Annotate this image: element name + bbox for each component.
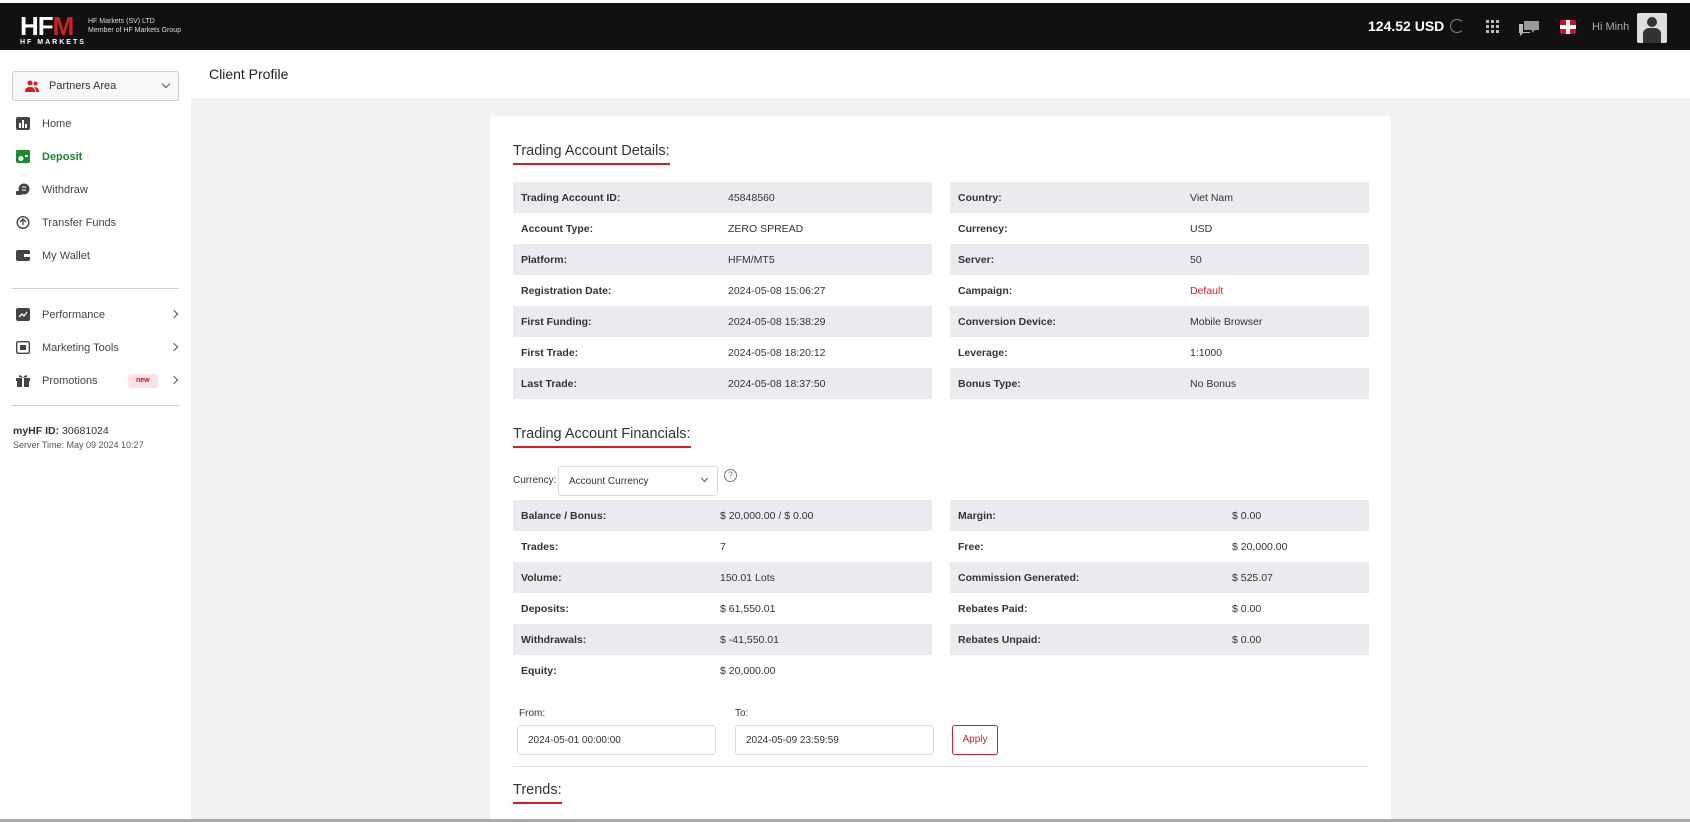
sidebar-item-label: Promotions — [42, 375, 98, 387]
table-row: Margin: $ 0.00 — [950, 500, 1369, 531]
table-row: First Trade: 2024-05-08 18:20:12 — [521, 347, 826, 359]
table-row: Trades: 7 — [521, 541, 726, 553]
table-row: Rebates Unpaid: $ 0.00 — [950, 624, 1369, 655]
refresh-icon[interactable] — [1450, 19, 1464, 33]
top-bar: HFM HF MARKETS HF Markets (SV) LTD Member… — [0, 0, 1690, 50]
sidebar-item-my-wallet[interactable]: My Wallet — [16, 246, 181, 266]
table-row: Trading Account ID: 45848560 — [513, 182, 932, 213]
avatar[interactable] — [1637, 13, 1667, 43]
sidebar-item-deposit[interactable]: Deposit — [16, 147, 181, 167]
sidebar-item-performance[interactable]: Performance — [16, 305, 181, 325]
table-row: Rebates Paid: $ 0.00 — [958, 603, 1262, 615]
hfm-logo[interactable]: HFM HF MARKETS HF Markets (SV) LTD Member… — [20, 11, 190, 46]
chevron-right-icon — [169, 342, 179, 352]
table-row: Registration Date: 2024-05-08 15:06:27 — [521, 285, 826, 297]
to-label: To: — [735, 708, 749, 719]
page-header: Client Profile — [191, 50, 1690, 98]
apps-grid-icon[interactable] — [1486, 20, 1500, 34]
sidebar-item-withdraw[interactable]: Withdraw — [16, 180, 181, 200]
help-icon[interactable]: ? — [724, 469, 737, 482]
currency-label: Currency: — [513, 475, 557, 486]
table-row: Country: Viet Nam — [950, 182, 1369, 213]
table-row: Equity: $ 20,000.00 — [521, 665, 776, 677]
transfer-icon — [16, 216, 30, 229]
to-date-input[interactable]: 2024-05-09 23:59:59 — [735, 725, 934, 755]
table-row: Balance / Bonus: $ 20,000.00 / $ 0.00 — [513, 500, 932, 531]
chevron-down-icon — [161, 79, 171, 89]
table-row: Server: 50 — [950, 244, 1369, 275]
table-row: Currency: USD — [958, 223, 1213, 235]
gift-icon — [16, 375, 30, 387]
performance-icon — [16, 308, 30, 321]
deposit-icon — [16, 150, 30, 163]
table-row: Campaign: Default — [958, 285, 1224, 297]
financials-table-left: Balance / Bonus: $ 20,000.00 / $ 0.00 Tra… — [513, 500, 932, 686]
apply-button[interactable]: Apply — [952, 725, 998, 755]
table-row: Volume: 150.01 Lots — [513, 562, 932, 593]
currency-filter: Currency: Account Currency ? — [513, 466, 773, 496]
table-row: First Funding: 2024-05-08 15:38:29 — [513, 306, 932, 337]
uk-flag-icon[interactable] — [1560, 20, 1576, 34]
sidebar-item-marketing-tools[interactable]: Marketing Tools — [16, 338, 181, 358]
details-table-left: Trading Account ID: 45848560 Account Type… — [513, 182, 932, 399]
sidebar-item-label: Home — [42, 118, 72, 130]
section-divider — [513, 766, 1369, 767]
sidebar-item-label: Transfer Funds — [42, 217, 117, 229]
account-balance: 124.52 USD — [1368, 18, 1445, 34]
marketing-icon — [16, 341, 30, 354]
trends-title: Trends: — [513, 782, 562, 804]
wallet-icon — [16, 250, 30, 261]
server-time: Server Time: May 09 2024 10:27 — [13, 440, 144, 450]
sidebar-item-label: My Wallet — [42, 250, 90, 262]
table-row: Deposits: $ 61,550.01 — [521, 603, 776, 615]
from-date-input[interactable]: 2024-05-01 00:00:00 — [517, 725, 716, 755]
chart-icon — [16, 117, 30, 130]
table-row: Commission Generated: $ 525.07 — [950, 562, 1369, 593]
financials-table-right: Margin: $ 0.00 Free: $ 20,000.00 Commissio… — [950, 500, 1369, 655]
from-label: From: — [519, 708, 546, 719]
details-table-right: Country: Viet Nam Currency: USD Server: 50 … — [950, 182, 1369, 399]
table-row: Free: $ 20,000.00 — [958, 541, 1288, 553]
trading-account-financials-title: Trading Account Financials: — [513, 426, 691, 448]
sidebar-item-home[interactable]: Home — [16, 114, 181, 134]
sidebar-item-promotions[interactable]: Promotions new — [16, 371, 181, 391]
table-row: Last Trade: 2024-05-08 18:37:50 — [513, 368, 932, 399]
sidebar-item-transfer-funds[interactable]: Transfer Funds — [16, 213, 181, 233]
table-row: Bonus Type: No Bonus — [950, 368, 1369, 399]
logo-mark: HFM — [20, 11, 74, 41]
users-icon — [25, 80, 39, 92]
sidebar-item-label: Deposit — [42, 151, 83, 163]
user-greeting[interactable]: Hi Minh — [1592, 21, 1629, 33]
trading-account-details-title: Trading Account Details: — [513, 143, 670, 165]
partners-area-selector[interactable]: Partners Area — [12, 71, 179, 101]
sidebar-item-label: Marketing Tools — [42, 342, 119, 354]
table-row: Conversion Device: Mobile Browser — [950, 306, 1369, 337]
table-row: Leverage: 1:1000 — [958, 347, 1223, 359]
logo-subtitle: HF MARKETS — [20, 39, 86, 46]
myhf-id: myHF ID: 30681024 — [13, 425, 109, 437]
sidebar: Partners Area Home Deposit Withdraw Tran… — [0, 50, 191, 822]
partners-area-label: Partners Area — [49, 80, 117, 92]
sidebar-divider — [12, 288, 179, 289]
client-profile-card: Trading Account Details: Trading Account… — [490, 116, 1391, 822]
new-badge: new — [128, 374, 158, 388]
logo-tagline: HF Markets (SV) LTD Member of HF Markets … — [88, 18, 181, 34]
campaign-link[interactable]: Default — [1190, 285, 1223, 297]
sidebar-item-label: Withdraw — [42, 184, 88, 196]
chat-icon[interactable] — [1518, 20, 1540, 36]
table-row: Account Type: ZERO SPREAD — [521, 223, 804, 235]
chevron-right-icon — [169, 309, 179, 319]
table-row: Platform: HFM/MT5 — [513, 244, 932, 275]
currency-select[interactable]: Account Currency — [558, 466, 718, 496]
chevron-down-icon — [700, 474, 709, 483]
sidebar-item-label: Performance — [42, 309, 105, 321]
table-row: Withdrawals: $ -41,550.01 — [513, 624, 932, 655]
page-title: Client Profile — [209, 66, 289, 82]
withdraw-icon — [16, 183, 30, 195]
chevron-right-icon — [169, 375, 179, 385]
sidebar-divider — [12, 405, 179, 406]
